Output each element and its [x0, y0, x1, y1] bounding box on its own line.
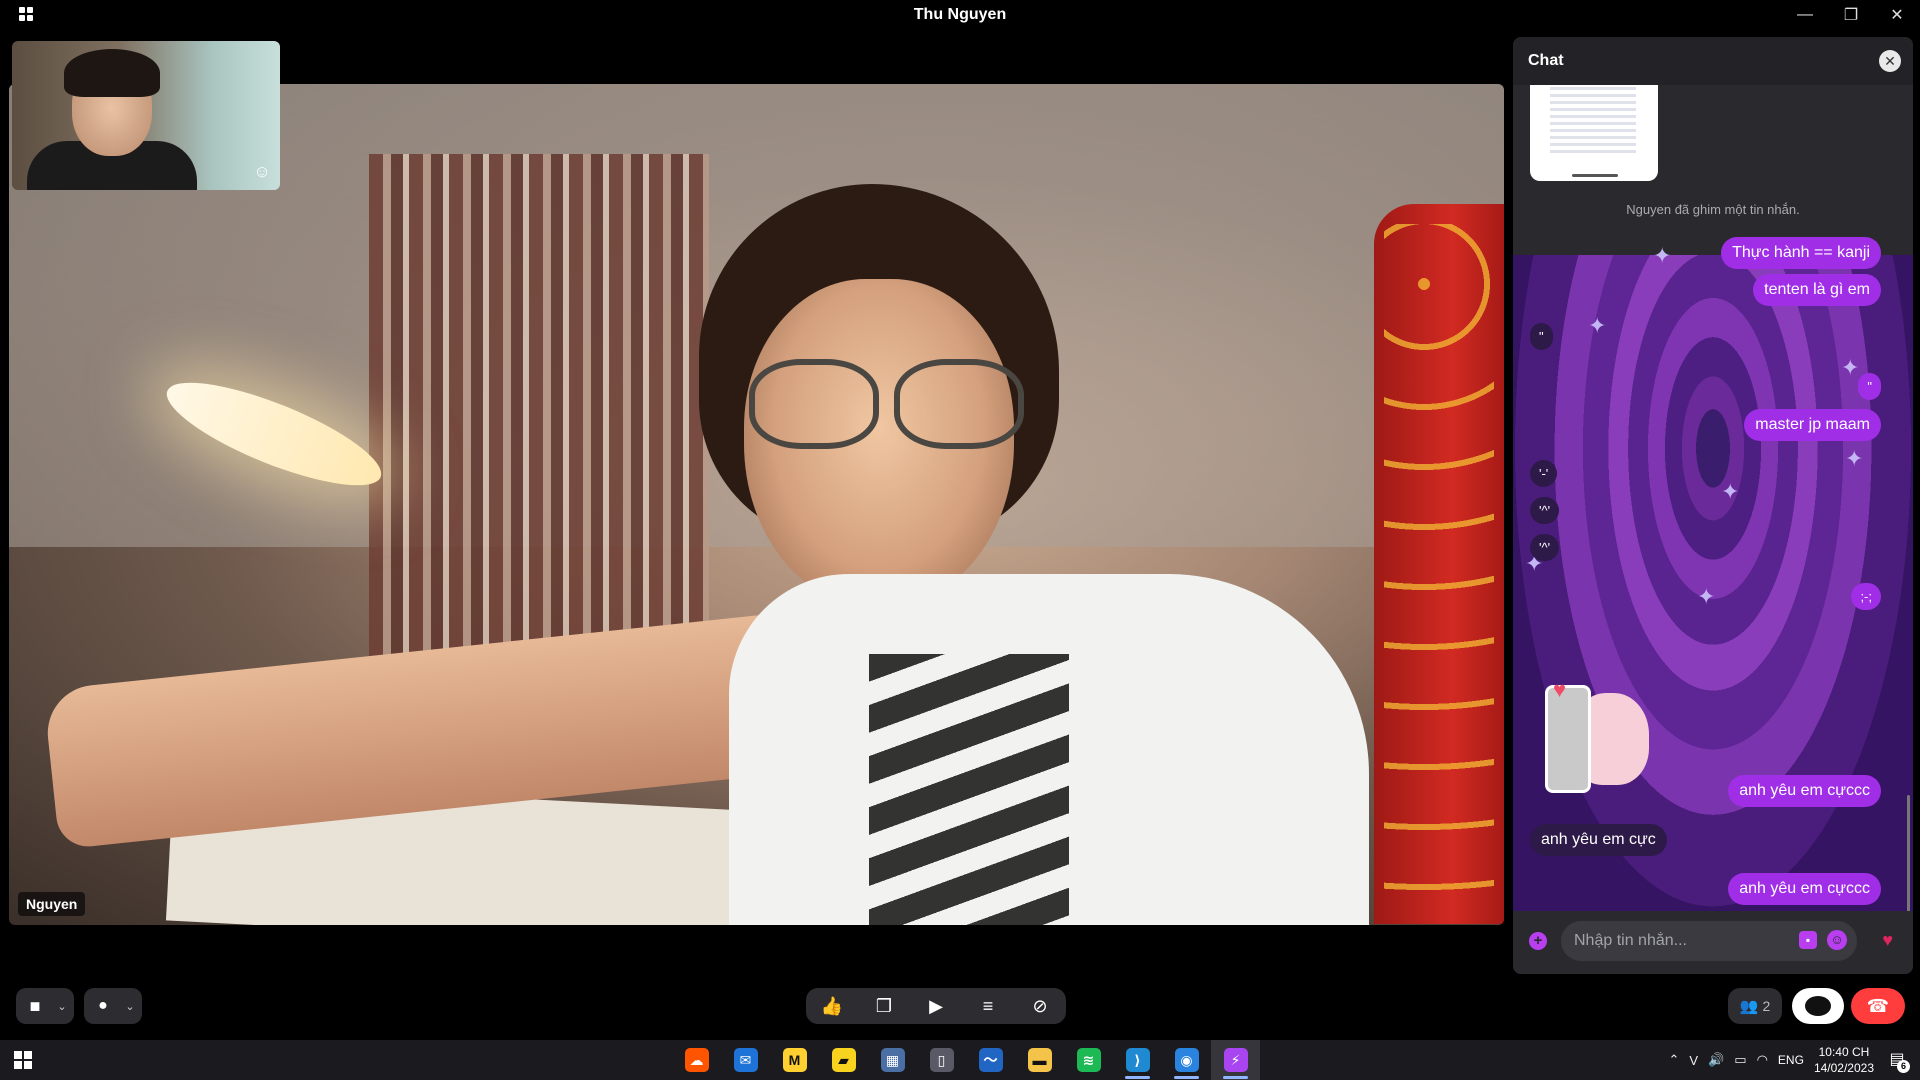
block-icon[interactable]: ⊘ [1020, 988, 1060, 1024]
chat-message-out[interactable]: ;-; [1851, 583, 1881, 610]
title-bar: Thu Nguyen — ❐ ✕ [0, 0, 1920, 30]
chat-scrollbar[interactable] [1907, 795, 1910, 911]
sparkle-icon: ✦ [1653, 243, 1672, 268]
end-call-button[interactable]: ☎ [1851, 988, 1905, 1024]
chat-message-out[interactable]: Thực hành == kanji [1721, 237, 1881, 269]
video-cup [1374, 204, 1504, 924]
like-icon[interactable]: 👍 [812, 988, 852, 1024]
chat-composer: + ▪ ☺ ♥ [1513, 911, 1913, 974]
minimize-button[interactable]: — [1782, 0, 1828, 30]
chat-title: Chat [1528, 52, 1564, 69]
chat-bubble-icon [1805, 996, 1831, 1016]
wifi-icon[interactable]: ◠ [1757, 1052, 1768, 1068]
activities-icon[interactable]: ≡ [968, 988, 1008, 1024]
restore-button[interactable]: ❐ [1828, 0, 1874, 30]
participants-button[interactable]: 👥 2 [1728, 988, 1782, 1024]
tray-chevron-icon[interactable]: ⌃ [1669, 1052, 1680, 1068]
close-window-button[interactable]: ✕ [1874, 0, 1920, 30]
taskbar-sticky-notes-icon[interactable]: ▰ [819, 1040, 868, 1080]
close-chat-button[interactable]: ✕ [1879, 50, 1901, 72]
participant-name-tag: Nguyen [18, 892, 86, 916]
taskbar-whiteboard-icon[interactable]: 〜 [966, 1040, 1015, 1080]
taskbar-calculator-icon[interactable]: ▦ [868, 1040, 917, 1080]
effects-smiley-icon[interactable]: ☺ [252, 162, 272, 182]
chat-message-in[interactable]: " [1530, 323, 1553, 350]
chat-message-out[interactable]: tenten là gì em [1753, 274, 1881, 306]
taskbar: ☁ ✉ M ▰ ▦ ▯ 〜 ▬ ≋ ⟩ ◉ ⚡ ⌃ V 🔊 ▭ ◠ ENG 10:40 CH 14/0… [0, 1040, 1920, 1080]
participants-count: 2 [1762, 998, 1771, 1014]
pinned-image-message[interactable] [1530, 85, 1658, 181]
mic-control: ● ⌄ [84, 988, 142, 1024]
chat-message-out[interactable]: master jp maam [1744, 409, 1881, 441]
video-shirt [729, 574, 1369, 925]
window-title: Thu Nguyen [913, 6, 1007, 23]
camera-control: ■ ⌄ [16, 988, 74, 1024]
taskbar-firefox-icon[interactable]: ◉ [1162, 1040, 1211, 1080]
chat-message-out[interactable]: anh yêu em cựccc [1728, 873, 1881, 905]
camera-options-chevron-icon[interactable]: ⌄ [54, 988, 70, 1024]
sparkle-icon: ✦ [1721, 479, 1740, 504]
pinned-notice: Nguyen đã ghim một tin nhắn. [1626, 202, 1800, 217]
language-indicator[interactable]: ENG [1778, 1053, 1804, 1067]
people-icon: 👥 [1739, 998, 1759, 1015]
sparkle-icon: ✦ [1845, 446, 1864, 471]
taskbar-phone-link-icon[interactable]: ▯ [917, 1040, 966, 1080]
heart-icon: ♥ [1553, 677, 1567, 702]
taskbar-mail-icon[interactable]: ✉ [721, 1040, 770, 1080]
chat-panel: Chat ✕ Nguyen đã ghim một tin nhắn. ✦ ✦ … [1513, 37, 1913, 974]
chat-message-in[interactable]: '-' [1530, 460, 1558, 487]
clock[interactable]: 10:40 CH 14/02/2023 [1814, 1044, 1874, 1076]
center-toolbar: 👍 ❐ ▶ ≡ ⊘ [806, 988, 1066, 1024]
send-heart-button[interactable]: ♥ [1882, 930, 1893, 951]
call-controls: ■ ⌄ ● ⌄ 👍 ❐ ▶ ≡ ⊘ 👥 2 ☎ [0, 975, 1920, 1039]
chat-message-in[interactable]: '^' [1530, 534, 1560, 561]
taskbar-vscode-icon[interactable]: ⟩ [1113, 1040, 1162, 1080]
battery-icon[interactable]: ▭ [1734, 1052, 1746, 1068]
taskbar-messenger-icon[interactable]: ⚡ [1211, 1040, 1260, 1080]
share-screen-icon[interactable]: ▶ [916, 988, 956, 1024]
add-attachment-button[interactable]: + [1529, 932, 1547, 950]
mic-icon[interactable]: ● [84, 988, 122, 1024]
chat-header: Chat ✕ [1513, 37, 1913, 85]
chat-message-in[interactable]: anh yêu em cực [1530, 824, 1667, 856]
chat-messages[interactable]: Nguyen đã ghim một tin nhắn. ✦ ✦ ✦ ✦ ✦ ✦… [1513, 85, 1913, 911]
effects-icon[interactable]: ❐ [864, 988, 904, 1024]
sticker-button[interactable]: ▪ [1799, 931, 1817, 949]
system-tray: ⌃ V 🔊 ▭ ◠ ENG 10:40 CH 14/02/2023 ▤ 6 [1669, 1040, 1920, 1080]
taskbar-spotify-icon[interactable]: ≋ [1064, 1040, 1113, 1080]
windows-start-icon[interactable] [14, 1051, 32, 1069]
clock-time: 10:40 CH [1818, 1045, 1870, 1059]
emoji-button[interactable]: ☺ [1827, 930, 1847, 950]
vpn-icon[interactable]: V [1689, 1053, 1698, 1068]
chat-toggle-button[interactable] [1792, 988, 1844, 1024]
chat-message-in[interactable]: '^' [1530, 497, 1560, 524]
clock-date: 14/02/2023 [1813, 1061, 1874, 1075]
remote-video[interactable]: Nguyen [9, 84, 1504, 925]
sparkle-icon: ✦ [1841, 355, 1860, 380]
chat-message-out[interactable]: anh yêu em cựccc [1728, 775, 1881, 807]
notification-count: 6 [1897, 1060, 1910, 1073]
chat-message-out[interactable]: " [1858, 373, 1881, 400]
notification-center-icon[interactable]: ▤ 6 [1884, 1047, 1910, 1073]
volume-icon[interactable]: 🔊 [1708, 1052, 1724, 1068]
taskbar-file-explorer-icon[interactable]: ▬ [1015, 1040, 1064, 1080]
taskbar-miro-icon[interactable]: M [770, 1040, 819, 1080]
sparkle-icon: ✦ [1697, 584, 1716, 609]
taskbar-apps: ☁ ✉ M ▰ ▦ ▯ 〜 ▬ ≋ ⟩ ◉ ⚡ [672, 1040, 1260, 1080]
camera-icon[interactable]: ■ [16, 988, 54, 1024]
sparkle-icon: ✦ [1588, 313, 1607, 338]
taskbar-soundcloud-icon[interactable]: ☁ [672, 1040, 721, 1080]
mic-options-chevron-icon[interactable]: ⌄ [122, 988, 138, 1024]
self-view-video[interactable]: ☺ [12, 41, 280, 190]
cat-sticker-message[interactable]: ♥ [1541, 675, 1653, 795]
